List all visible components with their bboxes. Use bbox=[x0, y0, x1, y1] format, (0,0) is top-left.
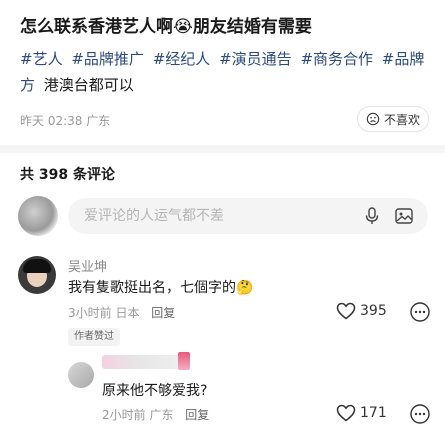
reply-meta: 2小时前 广东 回复 bbox=[102, 406, 209, 423]
comment-reply-button[interactable]: 回复 bbox=[151, 306, 175, 320]
replier-avatar[interactable] bbox=[68, 362, 94, 388]
comment-like-button[interactable]: 395 bbox=[336, 302, 387, 320]
my-avatar bbox=[18, 196, 58, 236]
reply-like-button[interactable]: 171 bbox=[336, 404, 387, 422]
comment-input[interactable] bbox=[84, 208, 334, 224]
comment-meta: 3小时前 日本 回复 bbox=[68, 304, 175, 321]
post-meta: 昨天 02:38 广东 bbox=[20, 114, 111, 128]
post-body-text: 港澳台都可以 bbox=[43, 76, 134, 94]
post-title: 怎么联系香港艺人啊😭朋友结婚有需要 bbox=[20, 17, 312, 37]
reply-text: 原来他不够爱我? bbox=[102, 383, 208, 399]
reply-time-location: 2小时前 广东 bbox=[102, 408, 174, 422]
comment-text: 我有隻歌挺出名，七個字的🤔 bbox=[68, 280, 254, 296]
replier-name-blurred bbox=[102, 355, 188, 369]
replier-badge-blurred bbox=[178, 352, 190, 370]
section-divider bbox=[0, 145, 445, 153]
tag-link[interactable]: #商务合作 bbox=[300, 50, 373, 68]
tag-link[interactable]: #品牌推广 bbox=[71, 50, 144, 68]
reply-reply-button[interactable]: 回复 bbox=[185, 408, 209, 422]
author-liked-badge: 作者赞过 bbox=[68, 328, 120, 346]
tag-link[interactable]: #演员通告 bbox=[219, 50, 292, 68]
dislike-label: 不喜欢 bbox=[383, 112, 420, 127]
comment-input-box[interactable] bbox=[68, 198, 428, 234]
more-icon[interactable] bbox=[409, 301, 431, 323]
comment-count: 共 398 条评论 bbox=[20, 167, 115, 183]
more-icon[interactable] bbox=[409, 403, 431, 425]
dislike-icon bbox=[366, 112, 380, 126]
mic-icon[interactable] bbox=[362, 206, 382, 226]
commenter-name[interactable]: 吴业坤 bbox=[68, 256, 107, 275]
tag-list: #艺人 #品牌推广 #经纪人 #演员通告 #商务合作 #品牌方 港澳台都可以 bbox=[20, 46, 440, 98]
avatar-hair bbox=[23, 259, 51, 273]
tag-link[interactable]: #经纪人 bbox=[153, 50, 211, 68]
image-icon[interactable] bbox=[394, 206, 414, 226]
dislike-button[interactable]: 不喜欢 bbox=[356, 106, 429, 132]
like-count: 171 bbox=[360, 405, 387, 421]
comment-time-location: 3小时前 日本 bbox=[68, 306, 140, 320]
heart-icon bbox=[336, 302, 356, 320]
commenter-avatar[interactable] bbox=[18, 256, 56, 294]
tag-link[interactable]: #艺人 bbox=[20, 50, 63, 68]
heart-icon bbox=[336, 404, 356, 422]
like-count: 395 bbox=[360, 303, 387, 319]
